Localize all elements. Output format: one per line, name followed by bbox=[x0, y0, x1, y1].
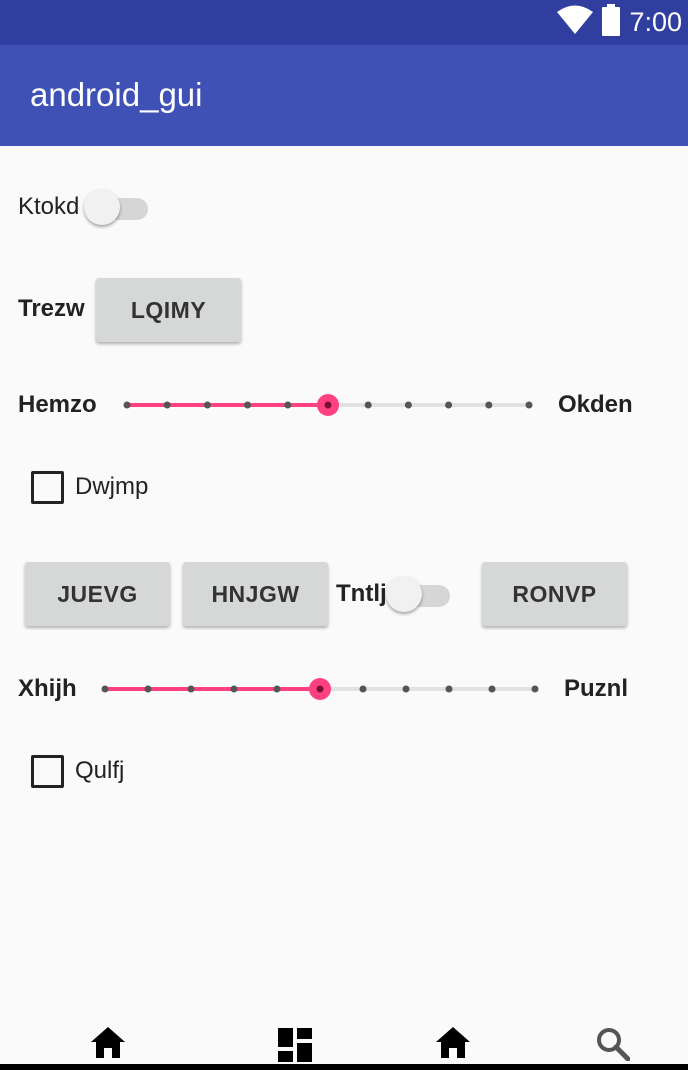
seekbar-graphic bbox=[123, 394, 533, 416]
seekbar-thumb-center bbox=[324, 401, 332, 409]
seekbar-tick bbox=[525, 401, 533, 409]
home-icon[interactable] bbox=[90, 1025, 126, 1064]
seekbar-tick bbox=[445, 401, 453, 409]
seekbar-tick bbox=[284, 401, 292, 409]
toggle-switch-ktokd[interactable] bbox=[84, 187, 150, 227]
seekbar-tick bbox=[187, 685, 195, 693]
dashboard-icon[interactable] bbox=[278, 1028, 312, 1067]
seekbar-tick bbox=[488, 685, 496, 693]
seekbar-hemzo-okden[interactable] bbox=[123, 390, 533, 420]
slider-right-label-puznl: Puznl bbox=[564, 675, 628, 702]
checkbox-qulfj[interactable] bbox=[31, 755, 64, 788]
status-icons: 7:00 bbox=[557, 0, 682, 45]
status-time: 7:00 bbox=[629, 7, 682, 37]
seekbar-tick bbox=[364, 401, 372, 409]
checkbox-label-dwjmp: Dwjmp bbox=[75, 473, 149, 500]
seekbar-tick bbox=[273, 685, 281, 693]
seekbar-tick bbox=[101, 685, 109, 693]
hnjgw-button[interactable]: HNJGW bbox=[183, 562, 328, 626]
switch-thumb bbox=[386, 576, 422, 612]
seekbar-tick bbox=[531, 685, 539, 693]
seekbar-tick bbox=[402, 685, 410, 693]
seekbar-tick bbox=[144, 685, 152, 693]
slider-left-label-hemzo: Hemzo bbox=[18, 391, 97, 418]
seekbar-tick bbox=[244, 401, 252, 409]
seekbar-thumb-center bbox=[316, 685, 324, 693]
lqimy-button[interactable]: LQIMY bbox=[96, 278, 241, 342]
slider-right-label-okden: Okden bbox=[558, 391, 633, 418]
checkbox-label-qulfj: Qulfj bbox=[75, 757, 125, 784]
seekbar-tick bbox=[203, 401, 211, 409]
status-bar: 7:00 bbox=[0, 0, 688, 45]
juevg-button[interactable]: JUEVG bbox=[25, 562, 170, 626]
home-icon[interactable] bbox=[435, 1025, 471, 1064]
nav-bottom-edge bbox=[0, 1064, 688, 1070]
seekbar-tick bbox=[445, 685, 453, 693]
seekbar-tick bbox=[485, 401, 493, 409]
switch-thumb bbox=[84, 189, 120, 225]
search-icon[interactable] bbox=[596, 1027, 631, 1066]
slider-left-label-xhijh: Xhijh bbox=[18, 675, 77, 702]
seekbar-tick bbox=[163, 401, 171, 409]
seekbar-xhijh-puznl[interactable] bbox=[101, 674, 539, 704]
switch-label-tntlj: Tntlj bbox=[336, 580, 387, 607]
battery-icon bbox=[601, 4, 621, 41]
app-title: android_gui bbox=[30, 76, 203, 113]
label-trezw: Trezw bbox=[18, 295, 85, 322]
switch-label-ktokd: Ktokd bbox=[18, 193, 80, 220]
app-bar: android_gui bbox=[0, 45, 688, 146]
seekbar-tick bbox=[404, 401, 412, 409]
checkbox-dwjmp[interactable] bbox=[31, 471, 64, 504]
wifi-icon bbox=[557, 5, 594, 40]
seekbar-tick bbox=[230, 685, 238, 693]
seekbar-tick bbox=[359, 685, 367, 693]
ronvp-button[interactable]: RONVP bbox=[482, 562, 627, 626]
seekbar-graphic bbox=[101, 678, 539, 700]
toggle-switch-tntlj[interactable] bbox=[386, 574, 452, 614]
seekbar-tick bbox=[123, 401, 131, 409]
